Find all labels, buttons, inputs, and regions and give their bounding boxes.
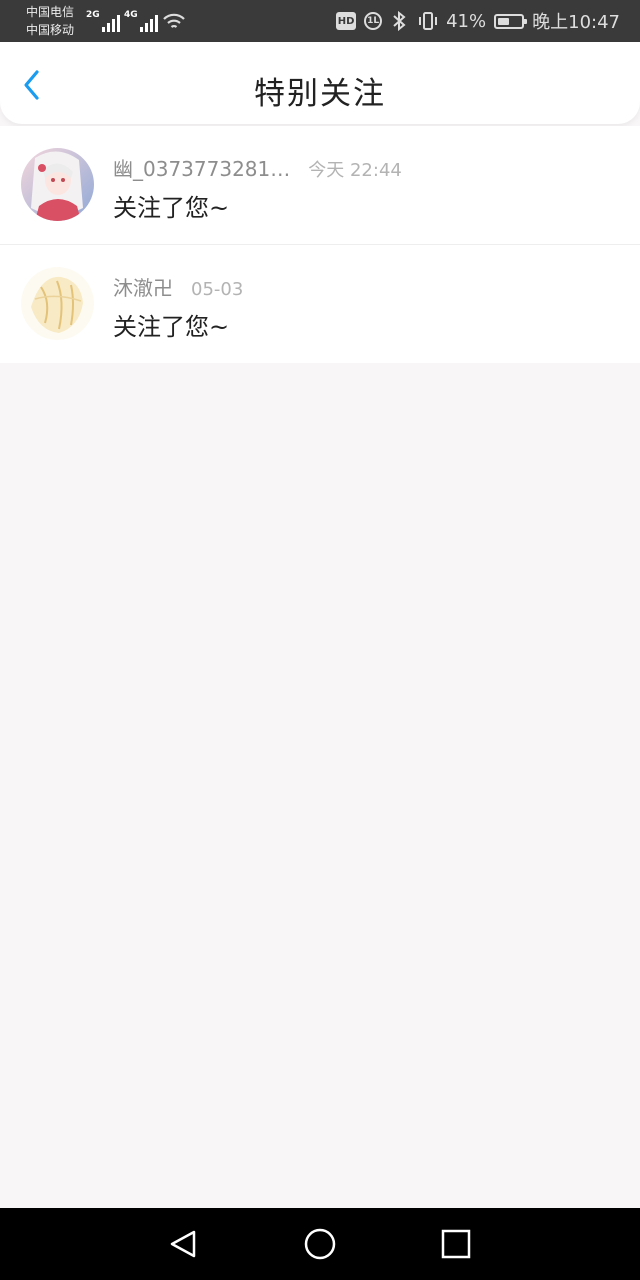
nav-home-button[interactable] — [300, 1224, 340, 1264]
carrier-info: 中国电信 中国移动 — [26, 3, 74, 39]
wifi-icon — [163, 13, 185, 28]
list-item[interactable]: 幽_0373773281… 今天 22:44 关注了您~ — [0, 126, 640, 245]
app-header: 特别关注 — [0, 42, 640, 124]
item-message: 关注了您~ — [113, 194, 230, 222]
battery-fill — [498, 17, 509, 25]
item-meta: 沐澈卍 05-03 — [113, 272, 243, 301]
vibrate-icon — [419, 12, 438, 30]
nav-back-button[interactable] — [164, 1224, 204, 1264]
network-4g-label: 4G — [124, 10, 138, 20]
avatar-sketch-icon[interactable] — [21, 267, 94, 340]
avatar-anime-girl-icon[interactable] — [21, 148, 94, 221]
battery-icon — [494, 13, 528, 29]
signal-bars-icon — [101, 12, 120, 32]
item-meta: 幽_0373773281… 今天 22:44 — [113, 153, 402, 182]
item-time: 05-03 — [191, 279, 244, 300]
signal-4g: 4G — [124, 10, 158, 32]
data-saver-icon: 1L — [364, 12, 383, 30]
status-bar: 中国电信 中国移动 2G 4G HD 1L 41% 晚上10:47 — [0, 0, 640, 42]
special-follow-list: 幽_0373773281… 今天 22:44 关注了您~ 沐澈卍 05-03 关… — [0, 126, 640, 363]
square-recent-icon — [441, 1229, 471, 1259]
page-title: 特别关注 — [254, 76, 386, 112]
item-name: 沐澈卍 — [113, 276, 173, 300]
carrier-2-label: 中国移动 — [26, 23, 75, 37]
carrier-1-label: 中国电信 — [26, 5, 75, 19]
screen: 中国电信 中国移动 2G 4G HD 1L 41% 晚上10:47 特别关注 幽… — [0, 0, 640, 1280]
item-time: 今天 22:44 — [308, 160, 402, 181]
nav-recent-button[interactable] — [436, 1224, 476, 1264]
hd-icon: HD — [336, 12, 357, 30]
status-right: HD 1L 41% 晚上10:47 — [336, 0, 620, 42]
circle-home-icon — [304, 1228, 336, 1260]
clock: 晚上10:47 — [532, 12, 620, 33]
network-2g-label: 2G — [86, 10, 100, 20]
system-nav-bar — [0, 1208, 640, 1280]
triangle-back-icon — [170, 1230, 196, 1258]
battery-percent: 41% — [446, 10, 487, 32]
item-message: 关注了您~ — [113, 313, 230, 341]
item-name: 幽_0373773281… — [113, 157, 291, 181]
list-item[interactable]: 沐澈卍 05-03 关注了您~ — [0, 244, 640, 363]
signal-bars-icon — [139, 12, 158, 32]
bluetooth-icon — [393, 10, 406, 32]
signal-2g: 2G — [86, 10, 120, 32]
